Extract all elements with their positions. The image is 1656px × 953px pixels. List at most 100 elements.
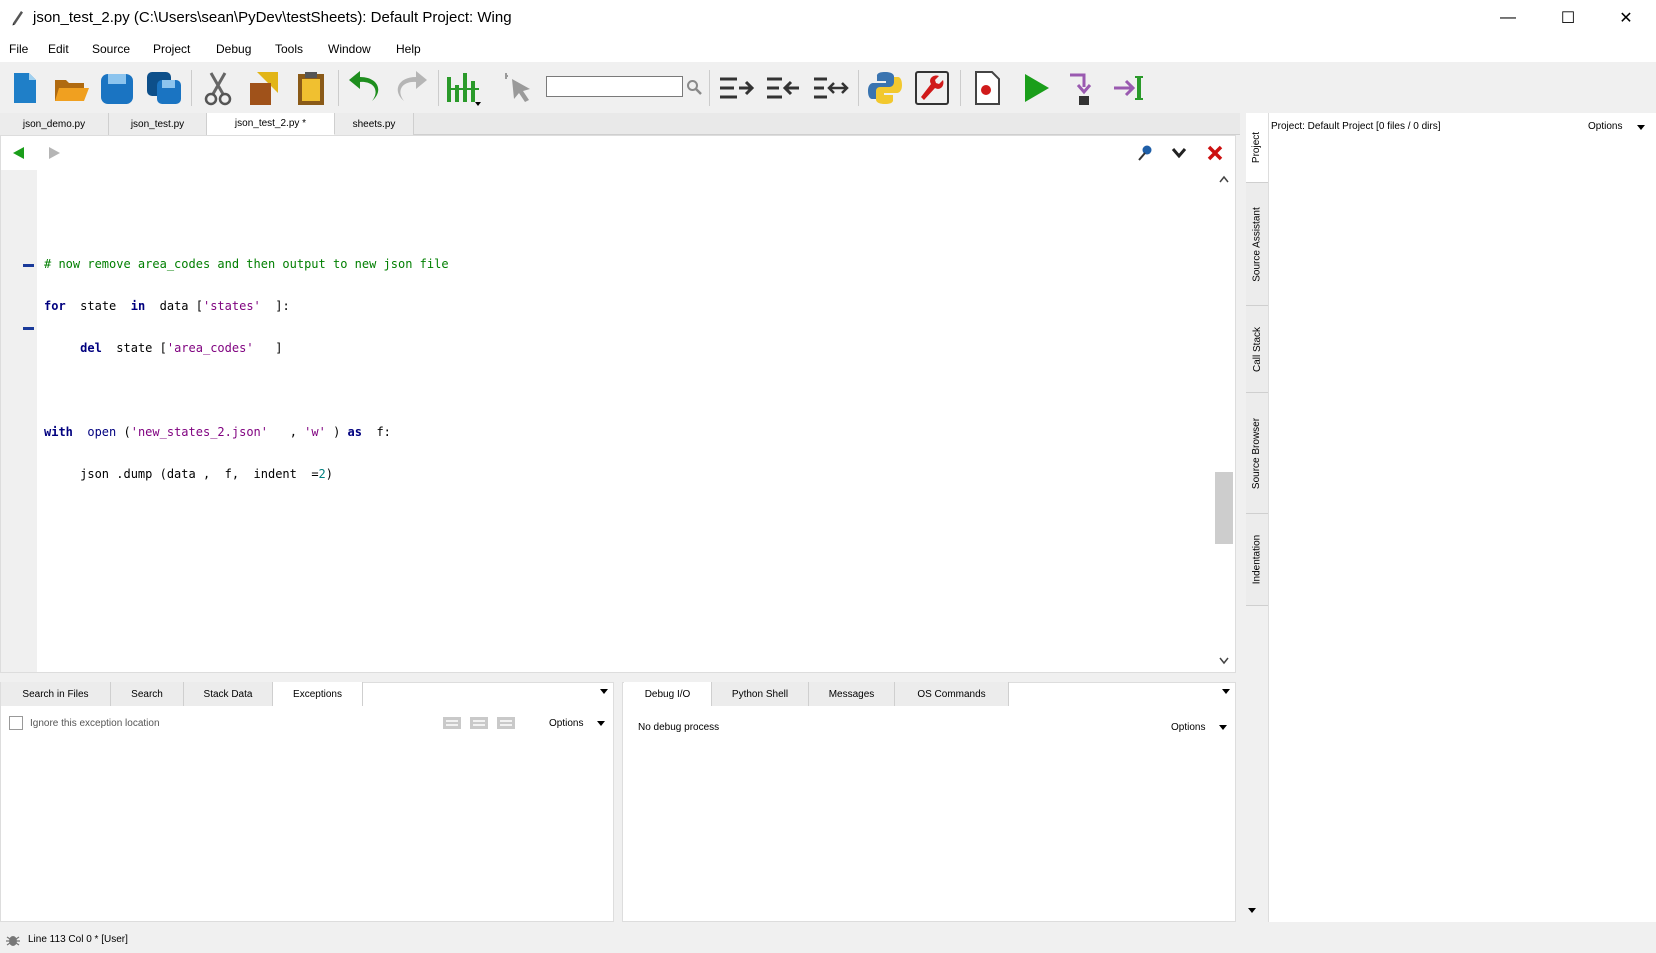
redo-icon[interactable] [392,69,430,107]
code-token: ]: [260,299,290,313]
tab-messages[interactable]: Messages [809,682,895,706]
panel-menu-icon[interactable] [600,689,608,694]
tab-search[interactable]: Search [111,682,184,706]
pin-icon[interactable] [1136,144,1154,162]
python-icon[interactable] [866,69,904,107]
tab-python-shell[interactable]: Python Shell [712,682,809,706]
step-into-icon[interactable] [1064,69,1102,107]
tab-source-assistant[interactable]: Source Assistant [1246,183,1268,306]
tab-source-assistant-label: Source Assistant [1251,206,1263,282]
menu-window[interactable]: Window [328,42,371,56]
code-area[interactable]: # now remove area_codes and then output … [44,233,449,506]
code-token: state [80,299,117,313]
tab-os-commands[interactable]: OS Commands [895,682,1009,706]
tab-json-demo[interactable]: json_demo.py [0,113,109,135]
minimize-button[interactable]: — [1480,0,1536,36]
back-arrow-icon[interactable] [10,145,28,161]
code-token: json .dump (data , f, indent = [80,467,319,481]
chevron-down-icon[interactable] [1171,146,1187,160]
debug-status: No debug process [638,722,720,733]
indent-toggle-icon[interactable] [811,69,849,107]
fold-marker-icon[interactable] [23,327,34,330]
code-token: data [ [159,299,203,313]
debug-options-button[interactable]: Options [1171,722,1205,733]
options-caret-icon[interactable] [597,721,605,726]
maximize-icon: ☐ [1560,10,1576,27]
close-editor-icon[interactable] [1206,144,1224,162]
tab-project[interactable]: Project [1246,113,1268,183]
code-string: 'w' [304,425,326,439]
undo-icon[interactable] [346,69,384,107]
ignore-exception-checkbox[interactable] [9,716,23,730]
search-icon[interactable] [686,79,702,95]
fold-marker-icon[interactable] [23,264,34,267]
scroll-up-icon[interactable] [1218,174,1230,184]
breakpoint-icon[interactable] [968,69,1006,107]
exceptions-options-button[interactable]: Options [549,718,583,729]
maximize-button[interactable]: ☐ [1540,0,1596,36]
scroll-down-icon[interactable] [1218,656,1230,666]
code-comment: # now remove area_codes and then output … [44,257,449,271]
toolbar-separator [960,70,961,106]
window-title: json_test_2.py (C:\Users\sean\PyDev\test… [33,9,512,26]
tab-indentation[interactable]: Indentation [1246,514,1268,606]
code-token: state [ [116,341,167,355]
ignore-exception-label: Ignore this exception location [30,718,160,729]
toolbar-search-input[interactable] [546,76,683,97]
menu-file[interactable]: File [9,42,28,56]
outdent-icon[interactable] [764,69,802,107]
tab-json-test-2[interactable]: json_test_2.py * [207,113,335,135]
editor-gutter [1,170,37,672]
menu-debug[interactable]: Debug [216,42,251,56]
status-text: Line 113 Col 0 * [User] [28,934,128,945]
save-all-icon[interactable] [145,69,183,107]
run-icon[interactable] [1016,69,1054,107]
project-panel [1268,113,1656,922]
code-token: f: [376,425,391,439]
forward-arrow-icon[interactable] [45,145,63,161]
open-file-icon[interactable] [52,69,90,107]
options-caret-icon[interactable] [1219,725,1227,730]
menu-edit[interactable]: Edit [48,42,69,56]
side-menu-icon[interactable] [1248,908,1256,913]
cut-icon[interactable] [199,69,237,107]
tab-json-test[interactable]: json_test.py [109,113,207,135]
select-icon[interactable] [500,69,538,107]
new-file-icon[interactable] [5,69,43,107]
code-string: 'states' [202,299,261,313]
list-icon[interactable] [469,715,489,731]
tab-sheets[interactable]: sheets.py [335,113,414,135]
menu-source[interactable]: Source [92,42,130,56]
tab-source-browser[interactable]: Source Browser [1246,393,1268,514]
close-window-button[interactable]: ✕ [1598,0,1654,36]
tab-debug-io[interactable]: Debug I/O [624,682,712,706]
save-icon[interactable] [98,69,136,107]
tab-search-in-files[interactable]: Search in Files [1,682,111,706]
menu-help[interactable]: Help [396,42,421,56]
debug-settings-icon[interactable] [913,69,951,107]
editor-scrollbar[interactable] [1214,170,1234,672]
tab-call-stack[interactable]: Call Stack [1246,306,1268,393]
code-line: del state ['area_codes' ] [44,338,449,359]
copy-icon[interactable] [245,69,283,107]
step-over-icon[interactable] [1110,69,1148,107]
tab-stack-data[interactable]: Stack Data [184,682,273,706]
minimize-icon: — [1500,9,1516,26]
code-token: for [44,299,66,313]
menu-tools[interactable]: Tools [275,42,303,56]
bug-icon[interactable] [5,932,21,948]
list-icon[interactable] [496,715,516,731]
code-line: json .dump (data , f, indent =2) [44,464,449,485]
project-options-button[interactable]: Options [1588,121,1622,132]
indent-guide-icon[interactable] [444,69,482,107]
panel-menu-icon[interactable] [1222,689,1230,694]
tab-indentation-label: Indentation [1251,534,1263,585]
paste-icon[interactable] [292,69,330,107]
menu-project[interactable]: Project [153,42,190,56]
tab-exceptions[interactable]: Exceptions [273,682,363,706]
list-icon[interactable] [442,715,462,731]
options-caret-icon[interactable] [1637,125,1645,130]
editor-scrollbar-thumb[interactable] [1215,472,1233,544]
indent-icon[interactable] [717,69,755,107]
